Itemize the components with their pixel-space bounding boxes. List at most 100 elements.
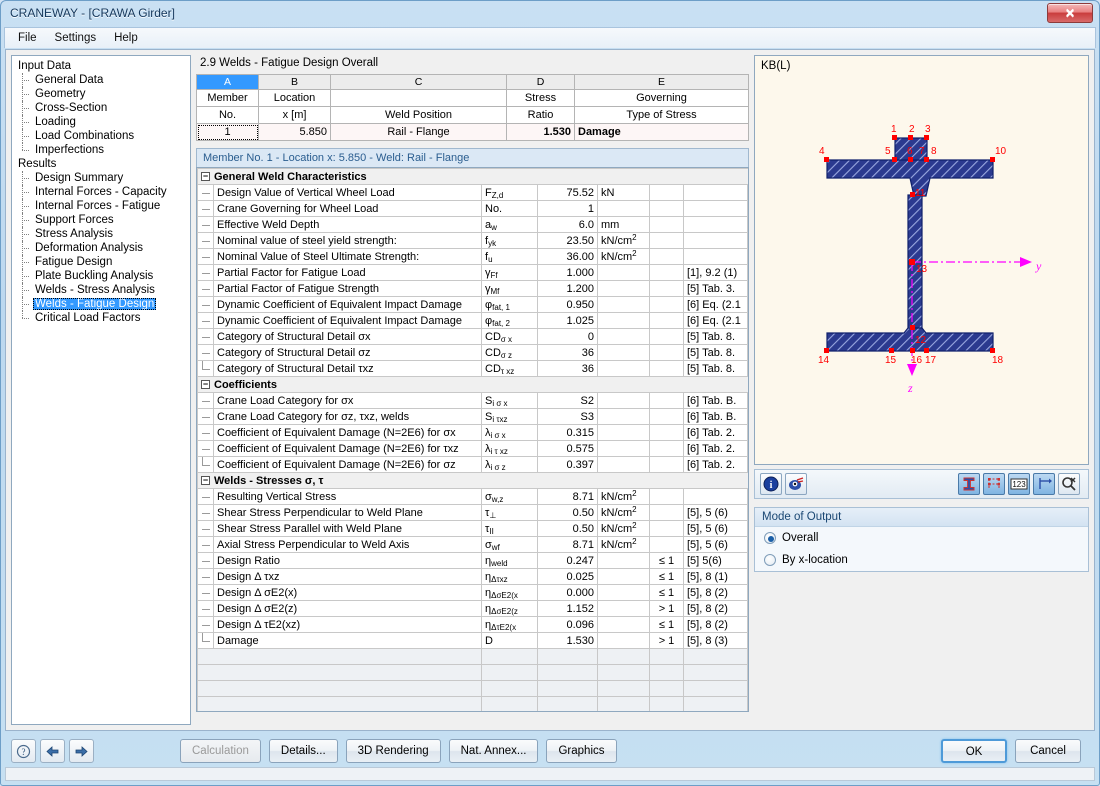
sidebar-item-imperfections[interactable]: Imperfections [15, 143, 190, 157]
sidebar-item-fatigue-design[interactable]: Fatigue Design [15, 255, 190, 269]
row-value[interactable]: 0.50 [537, 520, 598, 537]
row-value[interactable]: 0 [537, 328, 598, 345]
national-annex-button[interactable]: Nat. Annex... [448, 739, 539, 763]
sidebar-item-deformation-analysis[interactable]: Deformation Analysis [15, 241, 190, 255]
previous-button[interactable] [40, 739, 65, 763]
row-value[interactable]: S3 [537, 408, 598, 425]
radio-overall-indicator[interactable] [764, 532, 776, 544]
column-letter-b[interactable]: B [258, 74, 331, 90]
row-value[interactable]: 1 [537, 200, 598, 217]
detail-row[interactable]: Category of Structural Detail σz CDσ z 36 [… [197, 344, 748, 361]
detail-row[interactable]: Design Ratio ηweld 0.247 ≤ 1 [5] 5(6) [197, 552, 748, 569]
nodes-grid-icon[interactable] [983, 473, 1005, 495]
calculation-button[interactable]: Calculation [180, 739, 261, 763]
sidebar-item-general-data[interactable]: General Data [15, 73, 190, 87]
row-value[interactable]: 6.0 [537, 216, 598, 233]
detail-row[interactable]: Partial Factor of Fatigue Strength γMf 1.2… [197, 280, 748, 297]
collapse-toggle-icon[interactable]: − [201, 476, 210, 486]
column-letter-c[interactable]: C [330, 74, 507, 90]
row-value[interactable]: 0.000 [537, 584, 598, 601]
sidebar-item-welds-stress-analysis[interactable]: Welds - Stress Analysis [15, 283, 190, 297]
row-value[interactable]: 0.247 [537, 552, 598, 569]
sidebar-item-internal-forces-capacity[interactable]: Internal Forces - Capacity [15, 185, 190, 199]
sidebar-item-welds-fatigue-design[interactable]: Welds - Fatigue Design [15, 297, 190, 311]
details-button[interactable]: Details... [268, 739, 338, 763]
radio-by-x-location-indicator[interactable] [764, 554, 776, 566]
table-row[interactable]: 1 5.850 Rail - Flange 1.530 Damage [196, 123, 749, 141]
close-window-button[interactable]: ✕ [1047, 3, 1093, 23]
detail-row[interactable]: Crane Governing for Wheel Load No. 1 [197, 200, 748, 217]
detail-row[interactable]: Nominal value of steel yield strength: fy… [197, 232, 748, 249]
overview-table[interactable]: A B C D E Member Location Stress Governi… [196, 74, 749, 141]
detail-row[interactable]: Design Δ τxz ηΔτxz 0.025 ≤ 1 [5], 8 (1) [197, 568, 748, 585]
3d-rendering-button[interactable]: 3D Rendering [345, 739, 441, 763]
detail-row[interactable]: Resulting Vertical Stress σw,z 8.71 kN/cm2 [197, 488, 748, 505]
row-value[interactable]: 1.025 [537, 312, 598, 329]
detail-row[interactable]: Dynamic Coefficient of Equivalent Impact… [197, 296, 748, 313]
row-value[interactable]: 0.315 [537, 424, 598, 441]
info-icon[interactable]: i [760, 473, 782, 495]
row-value[interactable]: 36 [537, 344, 598, 361]
numbering-icon[interactable]: 123 [1008, 473, 1030, 495]
cross-section-graphic[interactable]: KB(L) y z 1 2 3 4 5 6 7 8 10 11 12 13 14… [754, 55, 1089, 465]
detail-row[interactable]: Design Δ σE2(z) ηΔσE2(z 1.152 > 1 [5], 8 (2) [197, 600, 748, 617]
column-letter-e[interactable]: E [574, 74, 749, 90]
row-value[interactable]: 0.025 [537, 568, 598, 585]
detail-row[interactable]: Axial Stress Perpendicular to Weld Axis σ… [197, 536, 748, 553]
row-value[interactable]: 0.397 [537, 456, 598, 473]
section-header-row[interactable]: − General Weld Characteristics [197, 168, 748, 185]
section-header-row[interactable]: − Welds - Stresses σ, τ [197, 472, 748, 489]
section-header-row[interactable]: − Coefficients [197, 376, 748, 393]
zoom-reset-icon[interactable] [1058, 473, 1080, 495]
section-title-cell[interactable]: − Welds - Stresses σ, τ [197, 472, 748, 489]
menu-file[interactable]: File [9, 30, 46, 46]
sidebar-item-design-summary[interactable]: Design Summary [15, 171, 190, 185]
row-value[interactable]: 8.71 [537, 488, 598, 505]
detail-table-container[interactable]: − General Weld Characteristics Design Valu… [196, 167, 749, 712]
cell-weld-position[interactable]: Rail - Flange [330, 123, 507, 141]
row-value[interactable]: 1.000 [537, 264, 598, 281]
detail-row[interactable]: Shear Stress Perpendicular to Weld Plane… [197, 504, 748, 521]
detail-row[interactable]: Shear Stress Parallel with Weld Plane τII… [197, 520, 748, 537]
detail-row[interactable]: Coefficient of Equivalent Damage (N=2E6)… [197, 456, 748, 473]
menu-help[interactable]: Help [105, 30, 147, 46]
row-value[interactable]: 0.575 [537, 440, 598, 457]
sidebar-item-cross-section[interactable]: Cross-Section [15, 101, 190, 115]
detail-row[interactable]: Nominal Value of Steel Ultimate Strength… [197, 248, 748, 265]
menu-settings[interactable]: Settings [46, 30, 106, 46]
detail-row[interactable]: Design Δ σE2(x) ηΔσE2(x 0.000 ≤ 1 [5], 8 (2) [197, 584, 748, 601]
row-value[interactable]: 0.950 [537, 296, 598, 313]
collapse-toggle-icon[interactable]: − [201, 380, 210, 390]
detail-row[interactable]: Dynamic Coefficient of Equivalent Impact… [197, 312, 748, 329]
detail-row[interactable]: Partial Factor for Fatigue Load γFf 1.000 [… [197, 264, 748, 281]
detail-row[interactable]: Damage D 1.530 > 1 [5], 8 (3) [197, 632, 748, 649]
cell-location[interactable]: 5.850 [258, 123, 331, 141]
detail-row[interactable]: Crane Load Category for σz, τxz, welds Si… [197, 408, 748, 425]
detail-row[interactable]: Category of Structural Detail τxz CDτ xz 3… [197, 360, 748, 377]
row-value[interactable]: S2 [537, 392, 598, 409]
sidebar-item-stress-analysis[interactable]: Stress Analysis [15, 227, 190, 241]
cancel-button[interactable]: Cancel [1015, 739, 1081, 763]
detail-row[interactable]: Design Δ τE2(xz) ηΔτE2(x 0.096 ≤ 1 [5], 8 (2… [197, 616, 748, 633]
row-value[interactable]: 75.52 [537, 184, 598, 201]
sidebar-item-loading[interactable]: Loading [15, 115, 190, 129]
row-value[interactable]: 8.71 [537, 536, 598, 553]
detail-row[interactable]: Crane Load Category for σx Si σ x S2 [6] Ta… [197, 392, 748, 409]
cross-section-icon[interactable] [958, 473, 980, 495]
row-value[interactable]: 36 [537, 360, 598, 377]
detail-row[interactable]: Effective Weld Depth aw 6.0 mm [197, 216, 748, 233]
collapse-toggle-icon[interactable]: − [201, 172, 210, 182]
navigation-tree[interactable]: Input Data General Data Geometry Cross-S… [11, 55, 191, 725]
ok-button[interactable]: OK [941, 739, 1007, 763]
cell-member-no[interactable]: 1 [196, 123, 259, 141]
render-settings-icon[interactable] [785, 473, 807, 495]
radio-by-x-location[interactable]: By x-location [755, 549, 1088, 571]
sidebar-item-support-forces[interactable]: Support Forces [15, 213, 190, 227]
section-title-cell[interactable]: − Coefficients [197, 376, 748, 393]
row-value[interactable]: 1.152 [537, 600, 598, 617]
radio-overall[interactable]: Overall [755, 527, 1088, 549]
detail-row[interactable]: Coefficient of Equivalent Damage (N=2E6)… [197, 440, 748, 457]
row-value[interactable]: 23.50 [537, 232, 598, 249]
sidebar-item-load-combinations[interactable]: Load Combinations [15, 129, 190, 143]
dimensions-icon[interactable] [1033, 473, 1055, 495]
